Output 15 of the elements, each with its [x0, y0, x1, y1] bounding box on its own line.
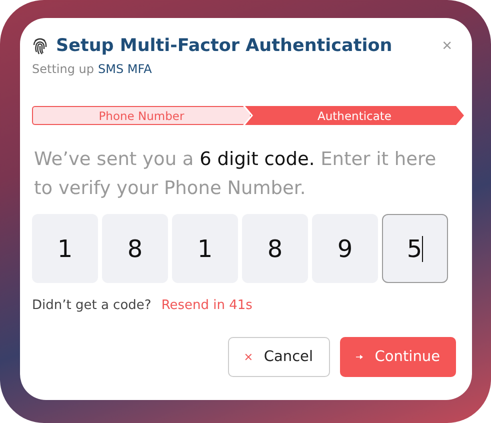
code-digit-field[interactable]: 8 [242, 214, 308, 283]
code-digit-field[interactable]: 5 [382, 214, 448, 283]
subtitle-text: Setting up [32, 62, 94, 76]
code-digit-field[interactable]: 1 [172, 214, 238, 283]
instruction-text: We’ve sent you a 6 digit code. Enter it here to verify your Phone Number. [34, 148, 438, 201]
method-name: SMS MFA [98, 62, 152, 76]
fingerprint-icon [32, 37, 48, 55]
code-digit-field[interactable]: 9 [312, 214, 378, 283]
code-digit-field[interactable]: 1 [32, 214, 98, 283]
dialog-title: Setup Multi-Factor Authentication [56, 36, 392, 56]
resend-prompt: Didn’t get a code? [32, 298, 152, 313]
arrow-right-icon [356, 353, 363, 361]
cancel-button[interactable]: Cancel [228, 337, 330, 377]
close-icon [245, 351, 252, 363]
code-digit-field[interactable]: 8 [102, 214, 168, 283]
